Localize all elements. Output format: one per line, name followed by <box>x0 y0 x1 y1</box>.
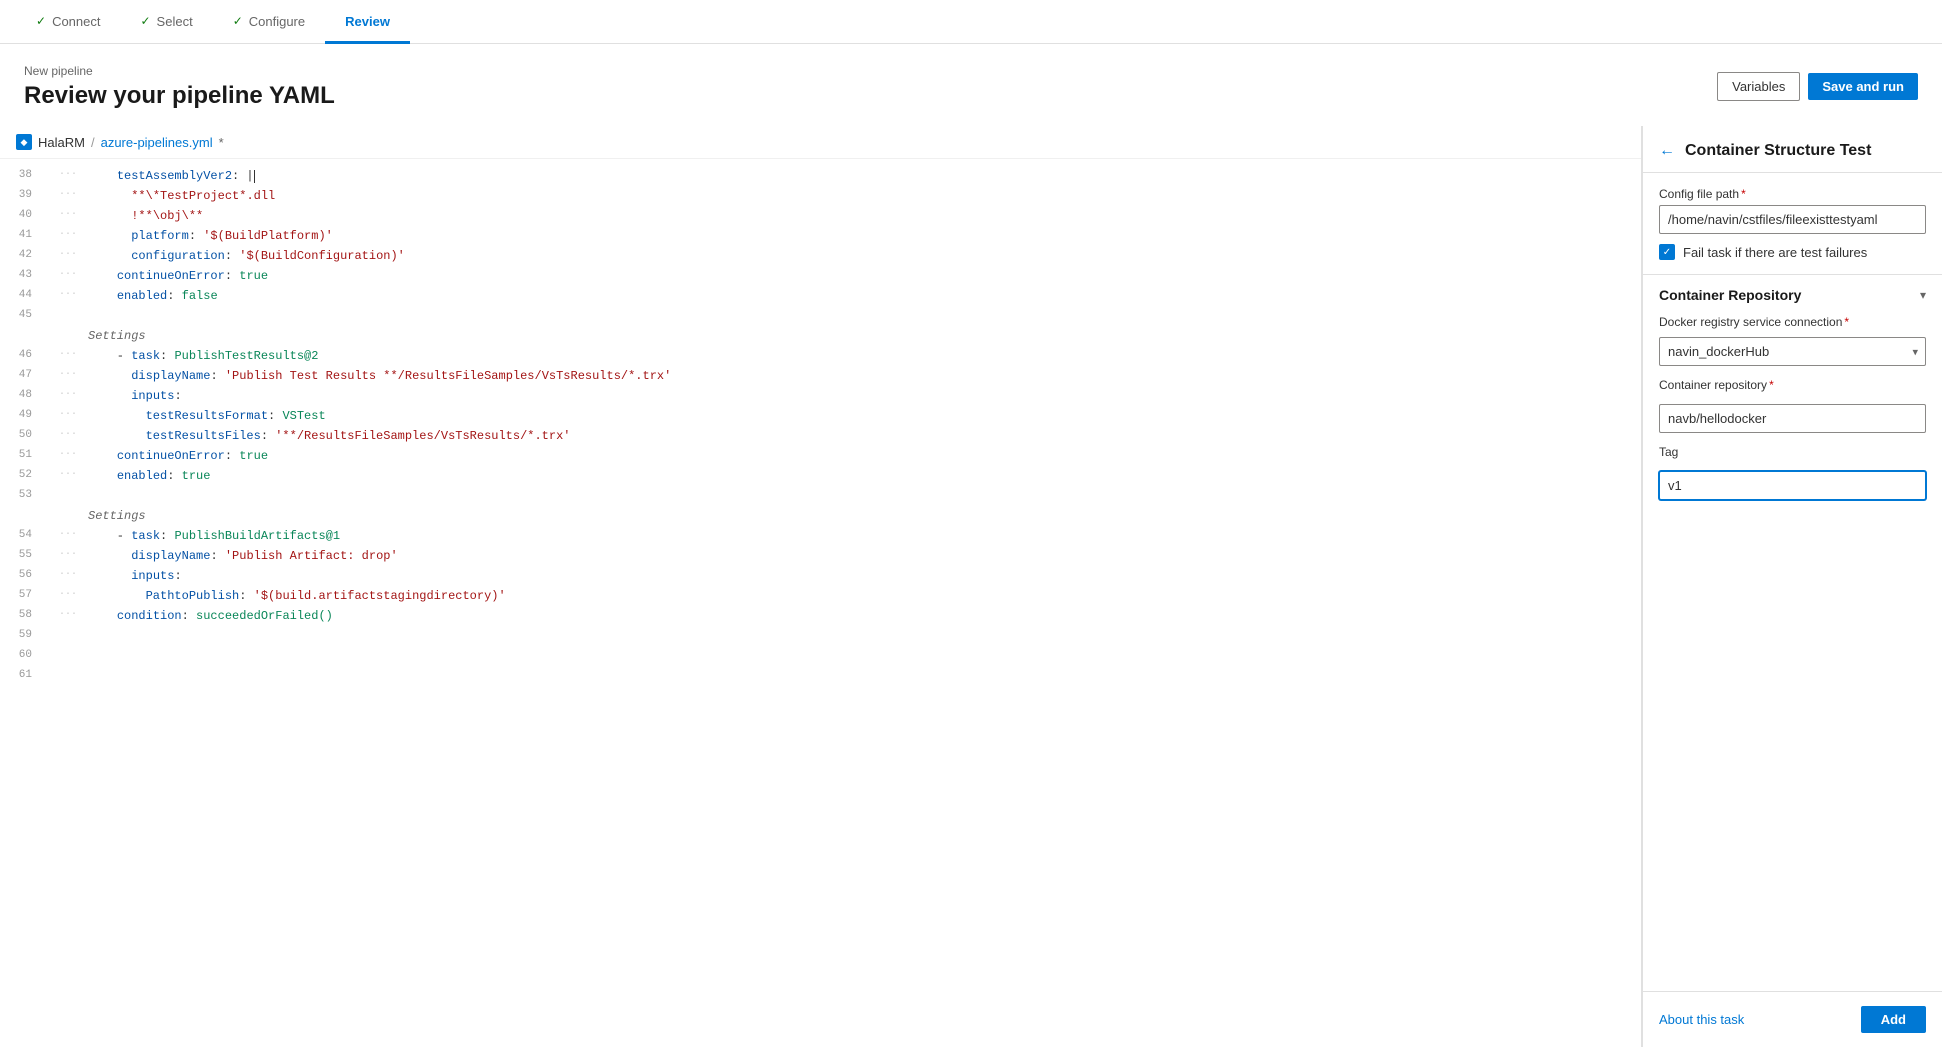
config-file-path-label: Config file path* <box>1659 187 1926 201</box>
tab-review-label: Review <box>345 14 390 29</box>
tab-connect-label: Connect <box>52 14 100 29</box>
tab-review[interactable]: Review <box>325 1 410 44</box>
check-mark-icon: ✓ <box>1663 247 1671 258</box>
code-line-43: 43 ··· continueOnError: true <box>0 267 1641 287</box>
docker-registry-select[interactable]: navin_dockerHub <box>1659 337 1926 366</box>
code-line-45: 45 <box>0 307 1641 327</box>
header-left: New pipeline Review your pipeline YAML <box>24 64 335 110</box>
check-icon-connect: ✓ <box>36 14 46 28</box>
check-icon-configure: ✓ <box>233 14 243 28</box>
code-line-46: 46 ··· - task: PublishTestResults@2 <box>0 347 1641 367</box>
code-line-58: 58 ··· condition: succeededOrFailed() <box>0 607 1641 627</box>
breadcrumb-repo: HalaRM <box>38 135 85 150</box>
panel-footer: About this task Add <box>1643 991 1942 1047</box>
fail-task-checkbox[interactable]: ✓ <box>1659 244 1675 260</box>
code-line-51: 51 ··· continueOnError: true <box>0 447 1641 467</box>
code-line-47: 47 ··· displayName: 'Publish Test Result… <box>0 367 1641 387</box>
fail-task-label: Fail task if there are test failures <box>1683 245 1867 260</box>
container-repo-section: Container Repository ▾ Docker registry s… <box>1643 274 1942 512</box>
code-line-44: 44 ··· enabled: false <box>0 287 1641 307</box>
container-repo-header[interactable]: Container Repository ▾ <box>1659 287 1926 303</box>
code-line-54: 54 ··· - task: PublishBuildArtifacts@1 <box>0 527 1641 547</box>
tab-configure[interactable]: ✓ Configure <box>213 1 325 44</box>
code-line-52: 52 ··· enabled: true <box>0 467 1641 487</box>
code-editor[interactable]: 38 ··· testAssemblyVer2: | 39 ··· **\*Te… <box>0 159 1641 1047</box>
code-line-59: 59 <box>0 627 1641 647</box>
code-line-55: 55 ··· displayName: 'Publish Artifact: d… <box>0 547 1641 567</box>
breadcrumb-filename: azure-pipelines.yml <box>101 135 213 150</box>
about-task-link[interactable]: About this task <box>1659 1012 1744 1027</box>
code-line-42: 42 ··· configuration: '$(BuildConfigurat… <box>0 247 1641 267</box>
main-layout: ◆ HalaRM / azure-pipelines.yml * 38 ··· … <box>0 126 1942 1047</box>
top-navigation: ✓ Connect ✓ Select ✓ Configure Review <box>0 0 1942 44</box>
code-line-57: 57 ··· PathtoPublish: '$(build.artifacts… <box>0 587 1641 607</box>
check-icon-select: ✓ <box>140 14 150 28</box>
config-file-path-input[interactable] <box>1659 205 1926 234</box>
tab-select[interactable]: ✓ Select <box>120 1 212 44</box>
panel-title: Container Structure Test <box>1685 142 1871 160</box>
tag-label: Tag <box>1659 445 1926 459</box>
tab-connect[interactable]: ✓ Connect <box>16 1 120 44</box>
breadcrumb-modified: * <box>219 135 224 150</box>
container-repo-title: Container Repository <box>1659 287 1801 303</box>
right-panel: ← Container Structure Test Config file p… <box>1642 126 1942 1047</box>
repo-icon: ◆ <box>16 134 32 150</box>
container-repo-input[interactable] <box>1659 404 1926 433</box>
fail-task-checkbox-row: ✓ Fail task if there are test failures <box>1659 244 1926 260</box>
code-line-settings-2: Settings <box>0 507 1641 527</box>
code-line-41: 41 ··· platform: '$(BuildPlatform)' <box>0 227 1641 247</box>
container-repository-field: Container repository* <box>1659 378 1926 433</box>
save-and-run-button[interactable]: Save and run <box>1808 73 1918 100</box>
code-line-49: 49 ··· testResultsFormat: VSTest <box>0 407 1641 427</box>
back-button[interactable]: ← <box>1659 142 1675 160</box>
chevron-down-icon: ▾ <box>1920 288 1926 302</box>
page-subtitle: New pipeline <box>24 64 335 78</box>
variables-button[interactable]: Variables <box>1717 72 1800 101</box>
code-line-38: 38 ··· testAssemblyVer2: | <box>0 167 1641 187</box>
tab-select-label: Select <box>157 14 193 29</box>
code-line-settings-1: Settings <box>0 327 1641 347</box>
add-button[interactable]: Add <box>1861 1006 1926 1033</box>
page-title: Review your pipeline YAML <box>24 82 335 110</box>
header-actions: Variables Save and run <box>1717 72 1918 101</box>
code-line-39: 39 ··· **\*TestProject*.dll <box>0 187 1641 207</box>
container-repo-input-label: Container repository* <box>1659 378 1926 392</box>
breadcrumb-separator: / <box>91 135 95 150</box>
docker-registry-field: Docker registry service connection* navi… <box>1659 315 1926 366</box>
config-file-path-section: Config file path* ✓ Fail task if there a… <box>1643 173 1942 274</box>
code-line-61: 61 <box>0 667 1641 687</box>
panel-header: ← Container Structure Test <box>1643 126 1942 173</box>
code-line-48: 48 ··· inputs: <box>0 387 1641 407</box>
code-line-56: 56 ··· inputs: <box>0 567 1641 587</box>
tab-configure-label: Configure <box>249 14 305 29</box>
code-line-40: 40 ··· !**\obj\** <box>0 207 1641 227</box>
tag-input[interactable] <box>1659 471 1926 500</box>
editor-area: ◆ HalaRM / azure-pipelines.yml * 38 ··· … <box>0 126 1642 1047</box>
page-header: New pipeline Review your pipeline YAML V… <box>0 44 1942 126</box>
docker-registry-select-wrapper: navin_dockerHub ▾ <box>1659 337 1926 366</box>
code-line-60: 60 <box>0 647 1641 667</box>
code-line-53: 53 <box>0 487 1641 507</box>
docker-registry-label: Docker registry service connection* <box>1659 315 1926 329</box>
tag-field: Tag <box>1659 445 1926 500</box>
code-line-50: 50 ··· testResultsFiles: '**/ResultsFile… <box>0 427 1641 447</box>
file-breadcrumb: ◆ HalaRM / azure-pipelines.yml * <box>0 126 1641 159</box>
